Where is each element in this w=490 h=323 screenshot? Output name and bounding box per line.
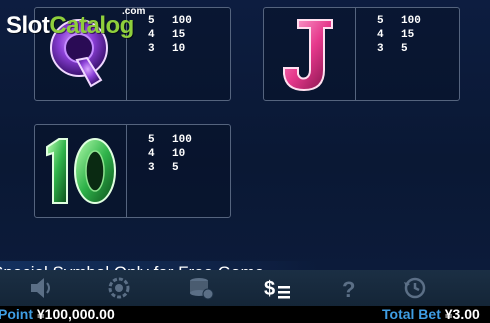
pay-row: 4 10 (148, 148, 186, 160)
paytable-values-j: 5 100 4 15 35 (377, 14, 421, 56)
sound-button[interactable] (26, 274, 56, 302)
point-label: Point (0, 306, 33, 322)
pink-j-gem-icon (283, 19, 333, 92)
total-bet-label: Total Bet (382, 306, 441, 322)
toolbar: $ ? (0, 270, 490, 306)
paytable-values-q: 5 100 4 15 3 10 (148, 14, 192, 56)
point-display: Point ¥100,000.00 (0, 306, 115, 323)
gear-refresh-icon (108, 277, 130, 299)
autoplay-button[interactable] (104, 274, 134, 302)
total-bet-value: ¥3.00 (444, 306, 480, 322)
history-clock-icon (404, 277, 426, 299)
green-ten-gem-icon (46, 138, 116, 204)
pay-row: 35 (377, 43, 408, 55)
history-button[interactable] (400, 274, 430, 302)
dollar-list-icon: $ (264, 278, 290, 300)
question-icon: ? (342, 277, 355, 302)
paytable-card-j: 5 100 4 15 35 (263, 7, 460, 101)
paytable-card-10: 5 100 4 10 35 (34, 124, 231, 218)
pay-row: 5 100 (148, 134, 192, 146)
paytable-button[interactable]: $ (262, 274, 292, 302)
total-bet-display: Total Bet ¥3.00 (382, 306, 480, 323)
pay-row: 35 (148, 162, 179, 174)
point-value: ¥100,000.00 (36, 306, 115, 322)
pay-row: 3 10 (148, 43, 186, 55)
pay-row: 4 15 (148, 29, 186, 41)
pay-row: 5 100 (148, 15, 192, 27)
bet-button[interactable] (186, 274, 216, 302)
svg-text:$: $ (264, 278, 275, 300)
pay-row: 5 100 (377, 15, 421, 27)
svg-text:?: ? (342, 277, 355, 302)
speaker-icon (31, 278, 50, 298)
help-button[interactable]: ? (334, 274, 364, 302)
pay-row: 4 15 (377, 29, 415, 41)
status-bar: Point ¥100,000.00 Total Bet ¥3.00 (0, 306, 490, 323)
coin-stack-icon (190, 278, 214, 300)
paytable-values-10: 5 100 4 10 35 (148, 133, 192, 175)
